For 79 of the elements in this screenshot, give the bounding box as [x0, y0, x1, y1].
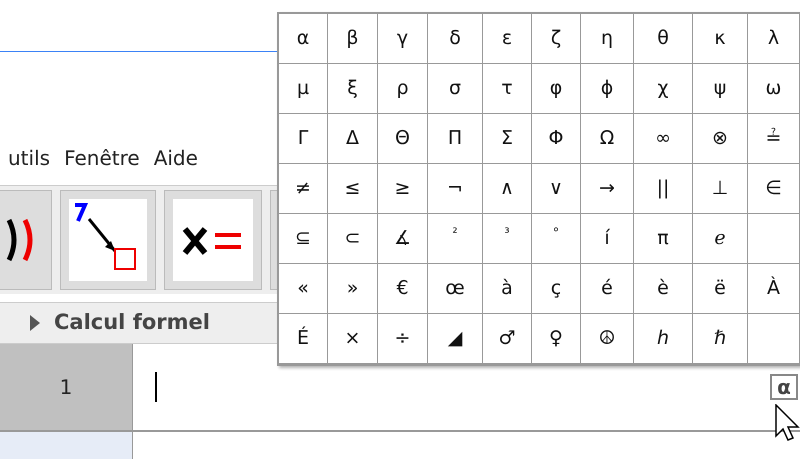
symbol-cell[interactable]: ♂	[483, 314, 532, 364]
panel-title: Calcul formel	[54, 309, 210, 336]
symbol-cell[interactable]: μ	[279, 64, 328, 114]
symbol-cell[interactable]: ω	[748, 64, 799, 114]
symbol-cell[interactable]: ℎ	[634, 314, 693, 364]
tool-button[interactable]	[164, 190, 262, 290]
symbol-cell[interactable]: Ω	[581, 114, 634, 164]
symbol-cell[interactable]: Φ	[532, 114, 581, 164]
symbol-cell[interactable]: ♀	[532, 314, 581, 364]
symbol-cell[interactable]: ×	[328, 314, 378, 364]
symbol-cell[interactable]: ℯ	[693, 214, 748, 264]
symbol-cell[interactable]: ∞	[634, 114, 693, 164]
symbol-cell[interactable]: Σ	[483, 114, 532, 164]
symbol-cell[interactable]: œ	[428, 264, 483, 314]
symbol-cell[interactable]: ⊆	[279, 214, 328, 264]
symbol-cell[interactable]: °	[532, 214, 581, 264]
symbol-cell[interactable]: Γ	[279, 114, 328, 164]
symbol-cell[interactable]: ∧	[483, 164, 532, 214]
symbol-cell[interactable]: «	[279, 264, 328, 314]
symbol-cell[interactable]: σ	[428, 64, 483, 114]
symbol-cell[interactable]: ◢	[428, 314, 483, 364]
tool-button[interactable]	[60, 190, 156, 290]
symbol-cell[interactable]: à	[483, 264, 532, 314]
symbol-cell[interactable]: ρ	[378, 64, 428, 114]
symbol-cell[interactable]: ☮	[581, 314, 634, 364]
symbol-cell[interactable]: Π	[428, 114, 483, 164]
symbol-cell[interactable]: ⊂	[328, 214, 378, 264]
menu-item[interactable]: utils	[8, 143, 50, 173]
symbol-cell[interactable]: γ	[378, 14, 428, 64]
symbol-cell[interactable]: À	[748, 264, 799, 314]
symbol-cell[interactable]: ψ	[693, 64, 748, 114]
symbol-cell[interactable]: è	[634, 264, 693, 314]
symbol-cell[interactable]: ∡	[378, 214, 428, 264]
symbol-cell[interactable]: Θ	[378, 114, 428, 164]
symbol-cell[interactable]: φ	[532, 64, 581, 114]
symbol-cell[interactable]: €	[378, 264, 428, 314]
symbol-cell[interactable]: α	[279, 14, 328, 64]
symbol-cell[interactable]: é	[581, 264, 634, 314]
symbol-cell[interactable]: ∨	[532, 164, 581, 214]
symbol-cell[interactable]: ⊗	[693, 114, 748, 164]
symbol-cell[interactable]: λ	[748, 14, 799, 64]
symbol-cell[interactable]: ¬	[428, 164, 483, 214]
symbol-cell[interactable]: η	[581, 14, 634, 64]
symbol-cell[interactable]: θ	[634, 14, 693, 64]
symbol-cell[interactable]: ℏ	[693, 314, 748, 364]
text-cursor	[155, 372, 157, 402]
symbol-cell[interactable]: χ	[634, 64, 693, 114]
symbol-cell[interactable]: δ	[428, 14, 483, 64]
symbol-cell[interactable]: ζ	[532, 14, 581, 64]
row-number: 1	[0, 344, 133, 430]
symbol-cell[interactable]: κ	[693, 14, 748, 64]
symbol-cell[interactable]: ²	[428, 214, 483, 264]
symbol-cell[interactable]: É	[279, 314, 328, 364]
equation-icon	[173, 199, 253, 281]
symbol-cell[interactable]: Δ	[328, 114, 378, 164]
symbol-cell[interactable]: »	[328, 264, 378, 314]
symbol-cell[interactable]: ≥	[378, 164, 428, 214]
symbol-cell[interactable]: π	[634, 214, 693, 264]
symbol-cell[interactable]: ϕ	[581, 64, 634, 114]
symbol-cell[interactable]: →	[581, 164, 634, 214]
symbol-cell[interactable]: ≠	[279, 164, 328, 214]
symbol-cell[interactable]: ξ	[328, 64, 378, 114]
symbol-cell[interactable]: ⊥	[693, 164, 748, 214]
symbol-cell[interactable]: ³	[483, 214, 532, 264]
symbol-cell[interactable]: ∈	[748, 164, 799, 214]
symbol-cell[interactable]: τ	[483, 64, 532, 114]
symbol-cell[interactable]: ÷	[378, 314, 428, 364]
symbol-button[interactable]: α	[770, 374, 798, 400]
arrow-to-square-icon	[69, 199, 147, 281]
symbol-cell[interactable]: í	[581, 214, 634, 264]
menu-item[interactable]: Fenêtre	[64, 143, 140, 173]
symbol-cell[interactable]: ε	[483, 14, 532, 64]
symbol-cell[interactable]: ≟	[748, 114, 799, 164]
symbol-cell[interactable]: ≤	[328, 164, 378, 214]
symbol-cell[interactable]: ||	[634, 164, 693, 214]
menu-item[interactable]: Aide	[154, 143, 198, 173]
symbol-cell[interactable]: ë	[693, 264, 748, 314]
symbol-cell[interactable]: ç	[532, 264, 581, 314]
symbol-cell[interactable]: β	[328, 14, 378, 64]
